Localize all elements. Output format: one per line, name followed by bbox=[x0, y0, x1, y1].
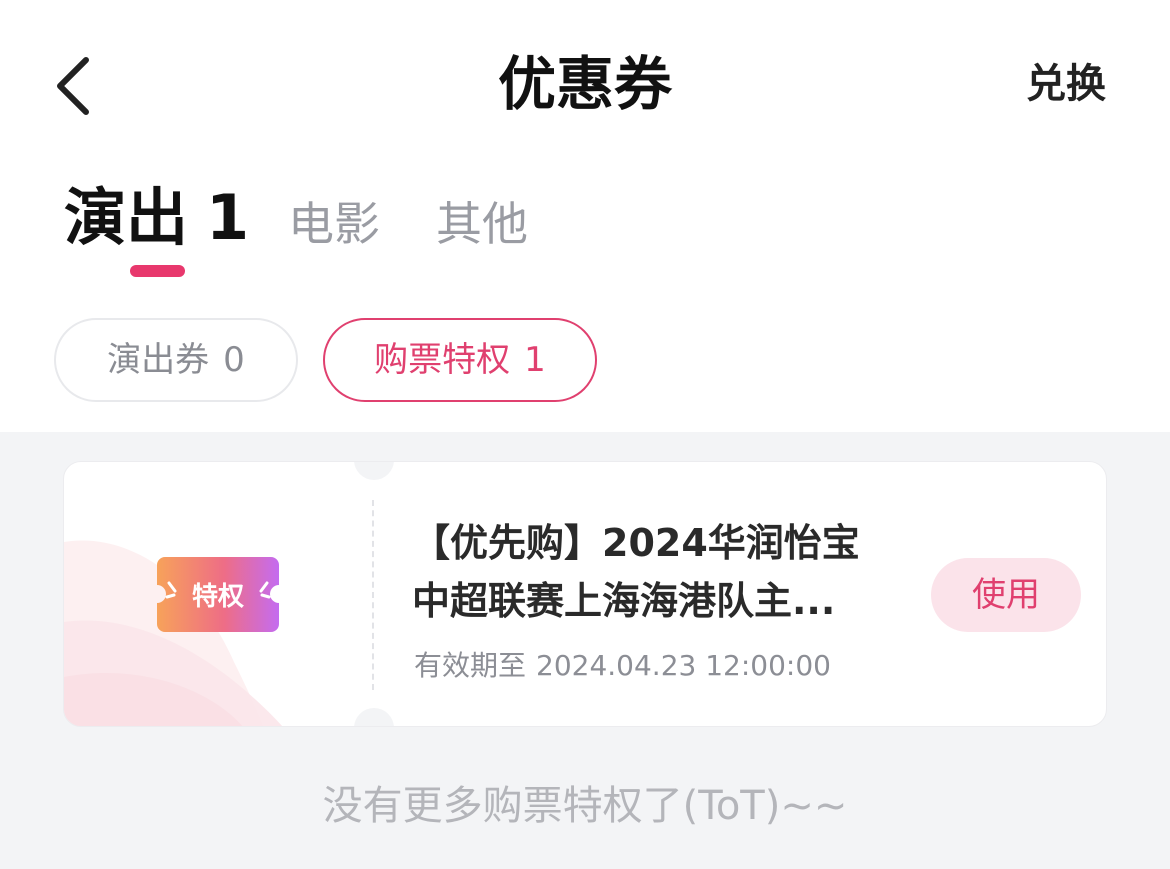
tab-indicator bbox=[130, 265, 185, 277]
coupon-title-line: 【优先购】2024华润怡宝 bbox=[412, 521, 860, 565]
filter-chip-ticket-privilege[interactable]: 购票特权 1 bbox=[323, 318, 597, 402]
coupon-title-line: 中超联赛上海海港队主... bbox=[412, 579, 836, 623]
redeem-button[interactable]: 兑换 bbox=[1026, 56, 1106, 112]
expiry-label: 有效期至 bbox=[414, 649, 527, 682]
coupon-expiry: 有效期至 2024.04.23 12:00:00 bbox=[414, 646, 831, 686]
privilege-ticket-icon: 特权 bbox=[157, 557, 279, 632]
badge-label: 特权 bbox=[192, 581, 244, 612]
tab-label: 演出 bbox=[64, 181, 189, 254]
coupon-title: 【优先购】2024华润怡宝 中超联赛上海海港队主... bbox=[412, 514, 912, 630]
chip-count: 1 bbox=[524, 340, 546, 380]
tab-movie[interactable]: 电影 bbox=[288, 186, 380, 262]
header-area: 优惠券 兑换 演出 1 电影 其他 演出券 0 购票特权 1 bbox=[0, 0, 1170, 432]
chip-label: 购票特权 bbox=[374, 340, 511, 380]
coupon-card: 特权 【优先购】2024华润怡宝 中超联赛上海海港队主... 有效期至 2024.… bbox=[63, 461, 1107, 727]
expiry-date: 2024.04.23 12:00:00 bbox=[536, 649, 831, 682]
page-title: 优惠券 bbox=[497, 50, 672, 118]
tab-performance[interactable]: 演出 1 bbox=[64, 180, 249, 256]
ticket-divider bbox=[372, 500, 374, 690]
use-button[interactable]: 使用 bbox=[931, 558, 1081, 632]
chip-count: 0 bbox=[223, 340, 245, 380]
filter-chip-show-coupon[interactable]: 演出券 0 bbox=[54, 318, 298, 402]
tab-count: 1 bbox=[206, 181, 250, 254]
empty-tip: 没有更多购票特权了(ToT)~~ bbox=[322, 783, 848, 829]
tab-other[interactable]: 其他 bbox=[436, 186, 528, 262]
chevron-left-icon[interactable] bbox=[44, 48, 104, 124]
chip-label: 演出券 bbox=[107, 340, 210, 380]
